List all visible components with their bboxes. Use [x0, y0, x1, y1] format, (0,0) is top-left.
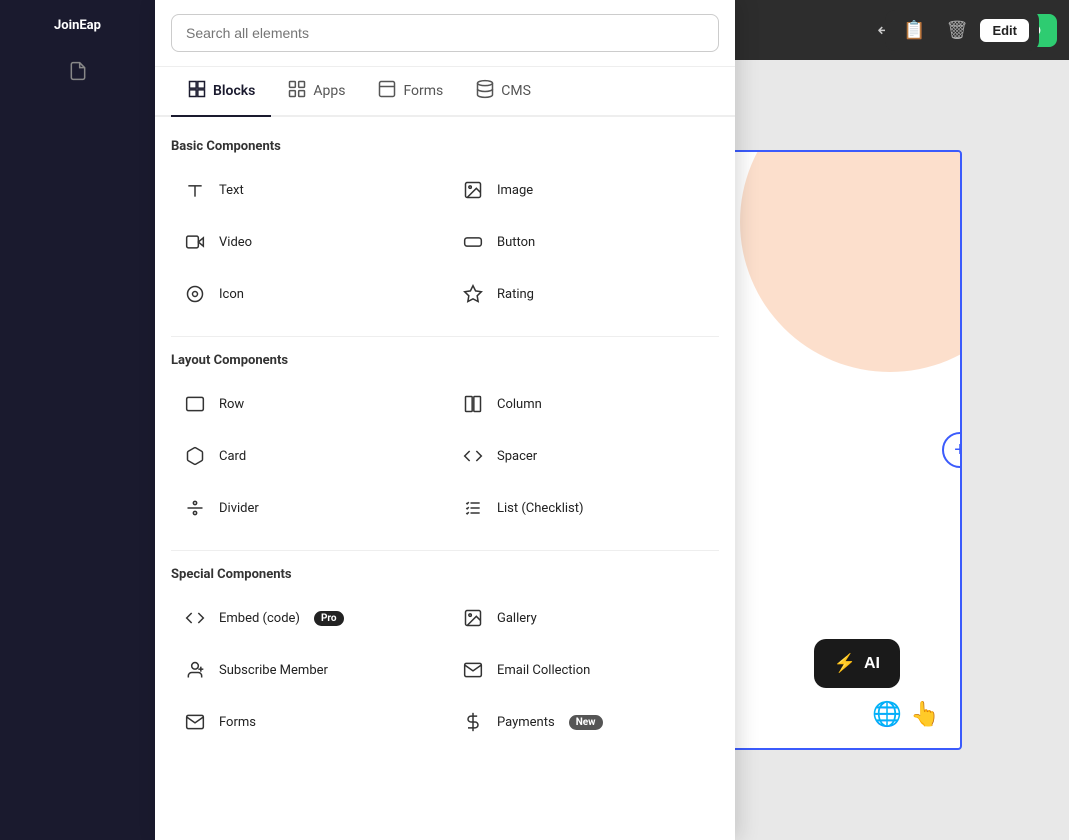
list-checklist-label: List (Checklist)	[497, 501, 584, 516]
divider-layout-special	[171, 550, 719, 551]
column-icon	[459, 390, 487, 418]
basic-components-grid: Text Image Video Button	[171, 168, 719, 316]
delete-button[interactable]: 🗑	[938, 16, 977, 45]
component-rating[interactable]: Rating	[449, 272, 719, 316]
tab-cms[interactable]: CMS	[459, 67, 547, 117]
component-text[interactable]: Text	[171, 168, 441, 212]
video-label: Video	[219, 235, 252, 250]
edit-button[interactable]: Edit	[980, 19, 1029, 42]
canvas-bottom-icons: 🌐 👆	[872, 700, 940, 728]
component-card[interactable]: Card	[171, 434, 441, 478]
payments-icon	[459, 708, 487, 736]
basic-section-title: Basic Components	[171, 139, 719, 154]
rating-icon	[459, 280, 487, 308]
divider-icon	[181, 494, 209, 522]
cms-icon	[475, 79, 495, 103]
gallery-icon	[459, 604, 487, 632]
right-panel-toolbar: 📋 🗑 Edit	[885, 10, 1039, 51]
component-embed[interactable]: Embed (code) Pro	[171, 596, 441, 640]
component-spacer[interactable]: Spacer	[449, 434, 719, 478]
bolt-icon: ⚡	[834, 653, 856, 674]
tab-blocks-label: Blocks	[213, 83, 255, 99]
component-divider[interactable]: Divider	[171, 486, 441, 530]
apps-icon	[287, 79, 307, 103]
button-label: Button	[497, 235, 535, 250]
component-icon[interactable]: Icon	[171, 272, 441, 316]
image-icon	[459, 176, 487, 204]
tab-forms[interactable]: Forms	[361, 67, 459, 117]
tab-cms-label: CMS	[501, 83, 531, 99]
payments-label: Payments	[497, 715, 555, 730]
component-payments[interactable]: Payments New	[449, 700, 719, 744]
component-forms[interactable]: Forms	[171, 700, 441, 744]
component-column[interactable]: Column	[449, 382, 719, 426]
element-panel: Blocks Apps Forms CMS Basic Components	[155, 0, 735, 840]
component-subscribe[interactable]: Subscribe Member	[171, 648, 441, 692]
card-label: Card	[219, 449, 246, 464]
card-icon	[181, 442, 209, 470]
copy-icon-button[interactable]: 📋	[895, 16, 933, 45]
row-icon	[181, 390, 209, 418]
tab-apps-label: Apps	[313, 83, 345, 99]
forms-icon	[377, 79, 397, 103]
video-icon	[181, 228, 209, 256]
rating-label: Rating	[497, 287, 534, 302]
embed-icon	[181, 604, 209, 632]
pro-badge: Pro	[314, 611, 344, 626]
forms-label: Forms	[219, 715, 256, 730]
button-icon	[459, 228, 487, 256]
divider-basic-layout	[171, 336, 719, 337]
blocks-icon	[187, 79, 207, 103]
app-logo: JoinEap	[46, 10, 109, 41]
search-bar	[155, 0, 735, 67]
embed-label: Embed (code)	[219, 611, 300, 626]
component-image[interactable]: Image	[449, 168, 719, 212]
list-checklist-icon	[459, 494, 487, 522]
component-list-checklist[interactable]: List (Checklist)	[449, 486, 719, 530]
search-input[interactable]	[171, 14, 719, 52]
left-sidebar: JoinEap	[0, 0, 155, 840]
component-button[interactable]: Button	[449, 220, 719, 264]
gallery-label: Gallery	[497, 611, 537, 626]
hand-icon: 👆	[910, 700, 940, 728]
forms-component-icon	[181, 708, 209, 736]
text-icon	[181, 176, 209, 204]
spacer-icon	[459, 442, 487, 470]
add-right-button[interactable]: +	[942, 432, 962, 468]
image-label: Image	[497, 183, 533, 198]
icon-label: Icon	[219, 287, 244, 302]
layout-section-title: Layout Components	[171, 353, 719, 368]
component-row[interactable]: Row	[171, 382, 441, 426]
text-label: Text	[219, 183, 244, 198]
divider-label: Divider	[219, 501, 259, 516]
component-email-collection[interactable]: Email Collection	[449, 648, 719, 692]
component-gallery[interactable]: Gallery	[449, 596, 719, 640]
icon-icon	[181, 280, 209, 308]
spacer-label: Spacer	[497, 449, 537, 464]
globe-icon: 🌐	[872, 700, 902, 728]
new-badge: New	[569, 715, 603, 730]
email-collection-label: Email Collection	[497, 663, 590, 678]
email-collection-icon	[459, 656, 487, 684]
tab-blocks[interactable]: Blocks	[171, 67, 271, 117]
tab-apps[interactable]: Apps	[271, 67, 361, 117]
component-video[interactable]: Video	[171, 220, 441, 264]
file-icon[interactable]	[68, 61, 88, 86]
tab-forms-label: Forms	[403, 83, 443, 99]
special-section-title: Special Components	[171, 567, 719, 582]
subscribe-label: Subscribe Member	[219, 663, 328, 678]
tabs-bar: Blocks Apps Forms CMS	[155, 67, 735, 117]
column-label: Column	[497, 397, 542, 412]
subscribe-icon	[181, 656, 209, 684]
row-label: Row	[219, 397, 244, 412]
layout-components-grid: Row Column Card Spacer	[171, 382, 719, 530]
ai-button[interactable]: ⚡ AI	[814, 639, 900, 688]
panel-content: Basic Components Text Image Video	[155, 117, 735, 840]
special-components-grid: Embed (code) Pro Gallery Subscribe Membe…	[171, 596, 719, 744]
